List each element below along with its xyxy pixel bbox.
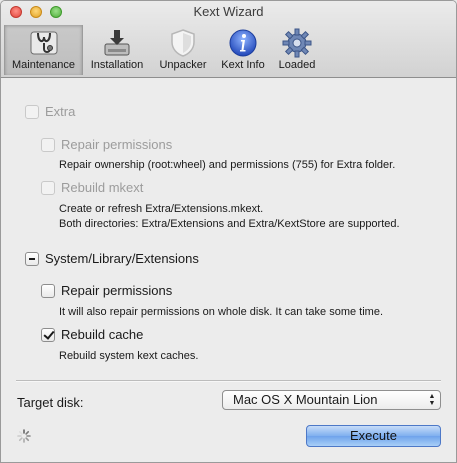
system-checkbox[interactable] [25,251,39,266]
system-repair-row[interactable]: Repair permissions [41,283,172,298]
toolbar-item-unpacker[interactable]: Unpacker [154,25,212,75]
system-label: System/Library/Extensions [45,251,199,266]
window-title: Kext Wizard [193,4,264,19]
extra-repair-checkbox[interactable] [41,137,55,152]
gear-icon [282,28,312,58]
extra-checkbox-row[interactable]: Extra [25,104,75,119]
toolbar-label-maintenance: Maintenance [12,59,75,71]
extra-rebuild-checkbox[interactable] [41,180,55,195]
disk-install-icon [104,30,130,56]
system-repair-label: Repair permissions [61,283,173,298]
toolbar-item-maintenance[interactable]: Maintenance [4,25,83,75]
toolbar-label-loaded: Loaded [278,59,316,71]
toolbar-label-installation: Installation [90,59,144,71]
chevron-up-down-icon: ▲ ▼ [428,393,436,407]
shield-icon [171,29,195,57]
toolbar-label-kext-info: Kext Info [221,59,265,71]
titlebar: Kext Wizard Maintenance Installation Unp… [1,1,456,78]
target-disk-value: Mac OS X Mountain Lion [233,392,378,407]
toolbar-item-installation[interactable]: Installation [84,25,150,75]
extra-repair-description: Repair ownership (root:wheel) and permis… [59,159,396,171]
progress-spinner-icon [17,429,31,443]
system-rebuild-row[interactable]: Rebuild cache [41,327,143,342]
execute-button[interactable]: Execute [306,425,441,447]
system-repair-checkbox[interactable] [41,283,55,298]
extra-rebuild-label: Rebuild mkext [61,180,144,195]
extra-rebuild-row[interactable]: Rebuild mkext [41,180,143,195]
stethoscope-icon [30,31,57,55]
extra-rebuild-description-2: Both directories: Extra/Extensions and E… [59,218,400,230]
extra-rebuild-description-1: Create or refresh Extra/Extensions.mkext… [59,203,264,215]
target-disk-label: Target disk: [17,395,84,410]
maintenance-panel: Extra Repair permissions Repair ownershi… [1,78,456,462]
system-checkbox-row[interactable]: System/Library/Extensions [25,251,199,266]
extra-checkbox[interactable] [25,104,39,119]
separator [16,380,441,382]
toolbar-label-unpacker: Unpacker [159,59,207,71]
toolbar-item-kext-info[interactable]: Kext Info [215,25,271,75]
toolbar-item-loaded[interactable]: Loaded [273,25,321,75]
kext-wizard-window: Kext Wizard Maintenance Installation Unp… [0,0,457,463]
system-rebuild-description: Rebuild system kext caches. [59,350,199,362]
extra-repair-row[interactable]: Repair permissions [41,137,172,152]
target-disk-popup[interactable]: Mac OS X Mountain Lion ▲ ▼ [222,390,441,410]
extra-repair-label: Repair permissions [61,137,173,152]
info-icon [229,29,257,57]
system-rebuild-checkbox[interactable] [41,327,55,342]
extra-label: Extra [45,104,76,119]
system-repair-description: It will also repair permissions on whole… [59,306,384,318]
system-rebuild-label: Rebuild cache [61,327,144,342]
